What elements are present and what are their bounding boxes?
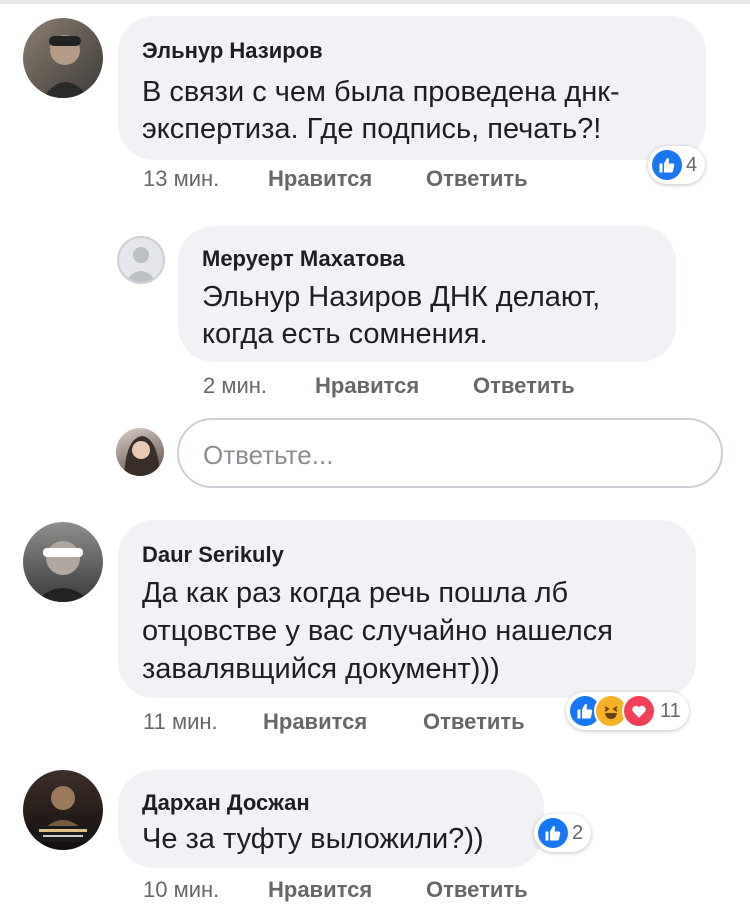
reply-input[interactable]: Ответьте... [177, 418, 723, 488]
current-user-avatar[interactable] [116, 428, 164, 476]
comment-text-line: Че за туфту выложили?)) [142, 823, 484, 855]
profile-photo-icon [43, 35, 89, 98]
love-icon [622, 694, 656, 728]
like-icon [538, 818, 568, 848]
like-link[interactable]: Нравится [268, 166, 372, 192]
reply-input-placeholder: Ответьте... [203, 440, 334, 470]
top-divider [0, 0, 750, 4]
comment-text-line: Да как раз когда речь пошла лб [142, 577, 569, 609]
avatar[interactable] [23, 18, 103, 98]
reply-link[interactable]: Ответить [473, 373, 575, 399]
comment-text-line: Эльнур Назиров ДНК делают, [202, 281, 601, 313]
reaction-summary[interactable]: 2 [534, 814, 592, 852]
reaction-summary[interactable]: 4 [648, 146, 706, 184]
comment-timestamp[interactable]: 13 мин. [143, 166, 219, 192]
like-icon [652, 150, 682, 180]
reaction-count: 11 [660, 699, 681, 722]
like-link[interactable]: Нравится [315, 373, 419, 399]
comment-author[interactable]: Daur Serikuly [142, 542, 284, 568]
reply-link[interactable]: Ответить [426, 877, 528, 903]
profile-photo-icon [33, 786, 93, 842]
reaction-count: 2 [572, 821, 584, 844]
comment-bubble: Дархан Досжан Че за туфту выложили?)) [118, 770, 544, 868]
avatar-placeholder[interactable] [117, 236, 165, 284]
comment-timestamp[interactable]: 2 мин. [203, 373, 267, 399]
reaction-count: 4 [686, 153, 698, 176]
comment-text-line: экспертиза. Где подпись, печать?! [142, 113, 602, 145]
reply-link[interactable]: Ответить [426, 166, 528, 192]
comment-bubble: Меруерт Махатова Эльнур Назиров ДНК дела… [178, 226, 676, 362]
reply-link[interactable]: Ответить [423, 709, 525, 735]
comment-text-line: отцовстве у вас случайно нашелся [142, 615, 613, 647]
comment-author[interactable]: Меруерт Махатова [202, 246, 405, 272]
comment-text-line: завалявщийся документ))) [142, 653, 500, 685]
like-link[interactable]: Нравится [268, 877, 372, 903]
default-user-icon [125, 247, 157, 282]
comment-author[interactable]: Эльнур Назиров [142, 38, 323, 64]
avatar[interactable] [23, 770, 103, 850]
profile-photo-icon [35, 541, 91, 602]
like-link[interactable]: Нравится [263, 709, 367, 735]
comment-text-line: В связи с чем была проведена днк- [142, 76, 620, 108]
avatar[interactable] [23, 522, 103, 602]
reaction-summary[interactable]: 11 [566, 692, 689, 730]
comment-bubble: Daur Serikuly Да как раз когда речь пошл… [118, 520, 696, 698]
comment-timestamp[interactable]: 10 мин. [143, 877, 219, 903]
comment-text-line: когда есть сомнения. [202, 318, 488, 350]
comment-bubble: Эльнур Назиров В связи с чем была провед… [118, 16, 706, 160]
comment-timestamp[interactable]: 11 мин. [143, 709, 218, 735]
comment-author[interactable]: Дархан Досжан [142, 790, 310, 816]
profile-photo-icon [124, 436, 160, 476]
